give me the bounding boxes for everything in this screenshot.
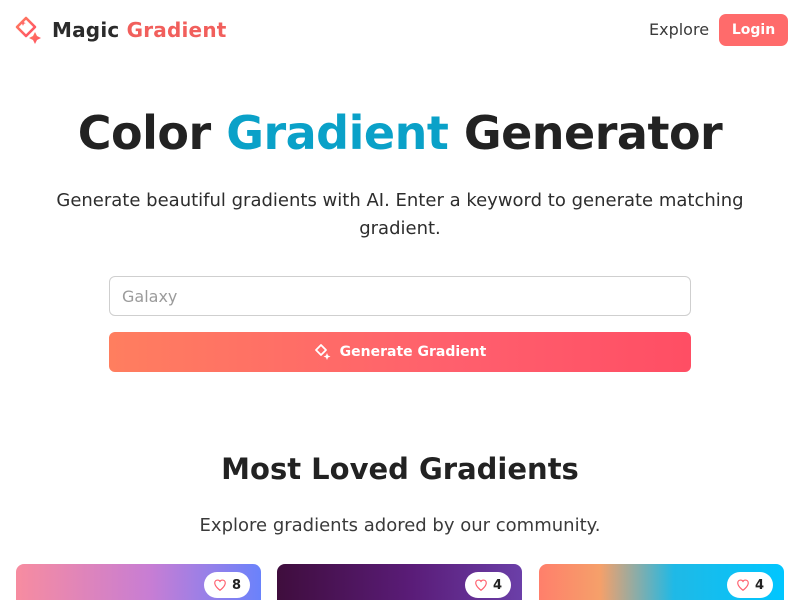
- most-loved-title: Most Loved Gradients: [221, 452, 579, 486]
- heart-outline-icon: [737, 579, 749, 591]
- like-count: 8: [231, 577, 242, 593]
- login-button[interactable]: Login: [719, 14, 788, 46]
- keyword-input[interactable]: [109, 276, 691, 316]
- generate-button-label: Generate Gradient: [339, 344, 487, 360]
- sparkle-diamond-icon: [15, 16, 41, 44]
- like-count: 4: [492, 577, 503, 593]
- most-loved-subtitle: Explore gradients adored by our communit…: [199, 515, 601, 536]
- brand-word-gradient: Gradient: [126, 18, 227, 42]
- title-part-generator: Generator: [463, 106, 723, 160]
- gradient-card[interactable]: 8: [16, 564, 261, 600]
- gradient-card[interactable]: 4: [277, 564, 522, 600]
- brand-word-magic: Magic: [52, 18, 120, 42]
- brand-name: Magic Gradient: [52, 18, 227, 42]
- page-title: Color Gradient Generator: [0, 104, 800, 162]
- brand-logo-link[interactable]: Magic Gradient: [14, 14, 227, 46]
- like-button[interactable]: 4: [465, 572, 511, 598]
- hero-subtitle: Generate beautiful gradients with AI. En…: [56, 190, 744, 239]
- page: Magic Gradient Explore Login Color Gradi…: [0, 0, 800, 600]
- top-nav: Magic Gradient Explore Login: [0, 0, 800, 60]
- generate-gradient-button[interactable]: Generate Gradient: [109, 332, 691, 372]
- like-button[interactable]: 4: [727, 572, 773, 598]
- heart-outline-icon: [214, 579, 226, 591]
- sparkle-icon: [314, 344, 331, 360]
- gradient-card[interactable]: 4: [539, 564, 784, 600]
- title-part-gradient: Gradient: [226, 106, 449, 160]
- nav-explore-link[interactable]: Explore: [649, 20, 709, 40]
- like-count: 4: [754, 577, 765, 593]
- like-button[interactable]: 8: [204, 572, 250, 598]
- heart-outline-icon: [475, 579, 487, 591]
- title-part-color: Color: [77, 106, 211, 160]
